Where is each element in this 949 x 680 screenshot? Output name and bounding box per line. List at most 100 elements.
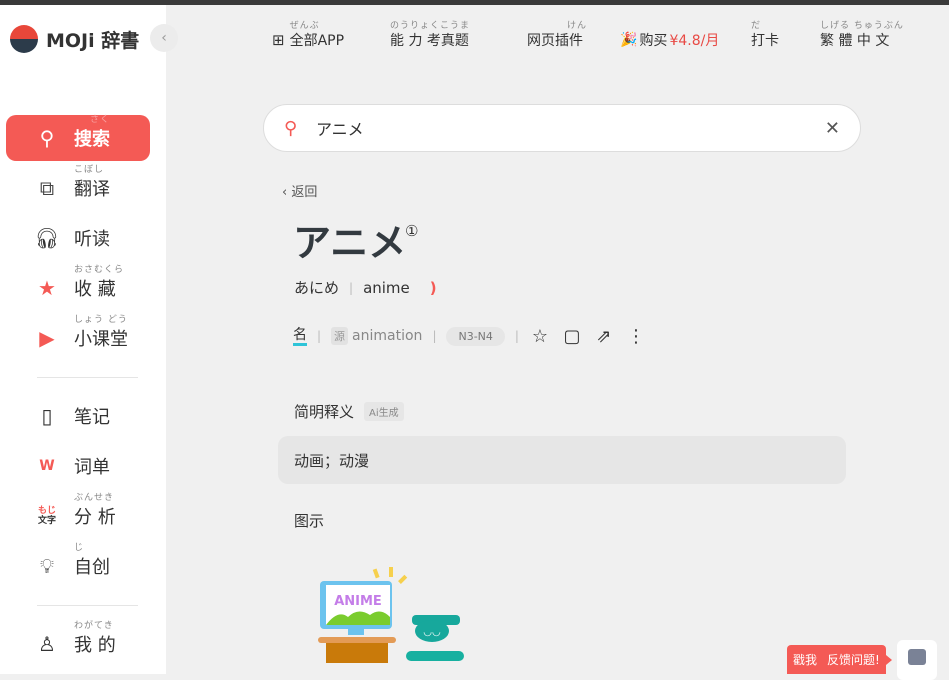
source-word: animation bbox=[352, 328, 423, 344]
price: ¥4.8/月 bbox=[669, 33, 720, 49]
ruby: こぼし bbox=[74, 165, 105, 175]
archive-box-button[interactable] bbox=[897, 640, 937, 680]
search-input[interactable] bbox=[316, 118, 825, 138]
ruby: けん bbox=[567, 21, 588, 31]
sidebar-item-label: 词单 bbox=[74, 457, 110, 478]
header-item-label: 全部APP bbox=[289, 33, 345, 49]
separator: | bbox=[432, 329, 437, 343]
sidebar-item-profile[interactable]: ♙ わがてき我 的 bbox=[6, 621, 150, 667]
separator: | bbox=[349, 280, 354, 295]
folder-star-icon: ★ bbox=[38, 276, 56, 300]
headphones-icon: 🎧︎ bbox=[34, 226, 60, 250]
feedback-button[interactable]: 戳我 反馈问题! bbox=[787, 645, 892, 674]
sidebar-item-label: 翻译 bbox=[74, 179, 110, 200]
sidebar-item-label: 收 藏 bbox=[74, 279, 116, 300]
search-icon: ⚲ bbox=[39, 126, 55, 150]
ruby: だ bbox=[751, 21, 762, 31]
reading-row: あにめ | anime ) bbox=[294, 277, 437, 298]
source-tag: 源 bbox=[331, 327, 349, 345]
ruby: しょう どう bbox=[74, 315, 128, 325]
header-traditional-chinese[interactable]: しげる ちゅうぶん繁 體 中 文 bbox=[820, 21, 903, 50]
ruby: ぶんせき bbox=[74, 493, 115, 503]
logo-text: MOJi 辞書 bbox=[46, 29, 140, 52]
kana-reading: あにめ bbox=[294, 279, 340, 297]
sidebar-item-label: 分 析 bbox=[74, 507, 116, 528]
sidebar-divider bbox=[37, 377, 138, 378]
header-all-apps[interactable]: ⊞ ぜんぶ全部APP bbox=[272, 21, 345, 50]
star-icon[interactable]: ☆ bbox=[529, 326, 551, 347]
sidebar-item-analyze[interactable]: もじ文字 ぶんせき分 析 bbox=[6, 493, 150, 539]
sidebar-item-label: 笔记 bbox=[74, 407, 110, 428]
sidebar-item-search[interactable]: ⚲ さく搜索 bbox=[6, 115, 150, 161]
definition-text: 动画；动漫 bbox=[294, 451, 370, 470]
meta-row: 名 | 源 animation | N3-N4 | ☆ ▢ ⇗ ⋮ bbox=[293, 324, 647, 348]
feedback-label: 戳我 bbox=[793, 653, 818, 667]
ruby: わがてき bbox=[74, 621, 114, 631]
clear-search-button[interactable]: ✕ bbox=[825, 118, 840, 139]
definition-card: 动画；动漫 bbox=[278, 436, 846, 484]
header-exam[interactable]: のうりょくこうま能 力 考真题 bbox=[390, 21, 469, 50]
app-logo[interactable]: MOJi 辞書 bbox=[10, 25, 139, 53]
sidebar: MOJi 辞書 ⚲ さく 搜索 ⧉ こぼし 翻译 🎧︎ 听读 ★ おさむくら收 藏 … bbox=[0, 5, 166, 674]
separator: | bbox=[317, 329, 322, 343]
header-item-label: 繁 體 中 文 bbox=[820, 33, 890, 49]
logo-icon bbox=[10, 25, 38, 53]
play-video-icon: ▶ bbox=[39, 326, 55, 350]
brief-definition-heading: 简明释义 Ai生成 bbox=[294, 401, 404, 422]
collapse-sidebar-button[interactable]: ‹ bbox=[150, 24, 178, 52]
speaker-icon[interactable]: ) bbox=[430, 279, 437, 297]
header-web-plugin[interactable]: けん 网页插件 bbox=[527, 21, 586, 50]
romaji-reading: anime bbox=[363, 278, 410, 297]
back-button[interactable]: ‹ 返回 bbox=[282, 181, 317, 200]
sidebar-item-label: 小课堂 bbox=[74, 329, 128, 350]
illustration-heading: 图示 bbox=[294, 510, 324, 531]
notebook-icon: ▯ bbox=[41, 404, 53, 428]
illustration-text: ANIME bbox=[334, 594, 382, 609]
anime-illustration: ANIME ◡◡ bbox=[318, 567, 464, 663]
sidebar-item-listen[interactable]: 🎧︎ 听读 bbox=[6, 215, 150, 261]
back-label: 返回 bbox=[291, 185, 318, 200]
chevron-left-icon: ‹ bbox=[282, 185, 292, 200]
ruby: さく bbox=[90, 115, 111, 125]
feedback-label: 反馈问题! bbox=[827, 653, 880, 667]
ruby: おさむくら bbox=[74, 265, 125, 275]
section-title: 简明释义 bbox=[294, 403, 355, 421]
tone-mark: ① bbox=[405, 222, 419, 240]
header-checkin[interactable]: だ打卡 bbox=[751, 21, 779, 50]
sidebar-item-favorites[interactable]: ★ おさむくら收 藏 bbox=[6, 265, 150, 311]
ruby: ぜんぶ bbox=[289, 21, 320, 31]
ruby: のうりょくこうま bbox=[390, 21, 471, 31]
box-icon bbox=[908, 649, 926, 665]
separator: | bbox=[514, 329, 519, 343]
ruby: しげる ちゅうぶん bbox=[820, 21, 904, 31]
sidebar-item-translate[interactable]: ⧉ こぼし 翻译 bbox=[6, 165, 150, 211]
search-bar: ⚲ ✕ bbox=[263, 104, 861, 152]
sidebar-item-wordlist[interactable]: W 词单 bbox=[6, 443, 150, 489]
sidebar-item-create[interactable]: 💡︎ じ自创 bbox=[6, 543, 150, 589]
grid-icon: ⊞ bbox=[272, 31, 285, 49]
user-icon: ♙ bbox=[38, 632, 56, 656]
sidebar-divider bbox=[37, 605, 138, 606]
wordlist-folder-icon: W bbox=[39, 458, 55, 474]
moji-icon-text: もじ文字 bbox=[37, 506, 56, 526]
sidebar-item-classroom[interactable]: ▶ しょう どう小课堂 bbox=[6, 315, 150, 361]
lightbulb-icon: 💡︎ bbox=[40, 554, 54, 578]
share-icon[interactable]: ⇗ bbox=[593, 326, 615, 347]
party-popper-icon: 🎉 bbox=[620, 32, 638, 48]
part-of-speech: 名 bbox=[293, 327, 307, 346]
search-icon: ⚲ bbox=[284, 118, 298, 139]
header-buy[interactable]: 🎉 购买 ¥4.8/月 bbox=[620, 30, 719, 50]
ai-badge: Ai生成 bbox=[364, 402, 404, 421]
header-item-label: 打卡 bbox=[751, 33, 779, 49]
header-item-label: 购买 bbox=[639, 33, 668, 49]
note-icon[interactable]: ▢ bbox=[561, 326, 583, 347]
sidebar-item-label: 听读 bbox=[74, 229, 110, 250]
sidebar-item-notes[interactable]: ▯ 笔记 bbox=[6, 393, 150, 439]
headword: アニメ bbox=[293, 221, 407, 265]
sidebar-item-label: 搜索 bbox=[74, 129, 110, 150]
jlpt-level-badge: N3-N4 bbox=[446, 326, 505, 346]
ruby: じ bbox=[74, 543, 85, 553]
more-icon[interactable]: ⋮ bbox=[625, 326, 647, 347]
section-title: 图示 bbox=[294, 512, 325, 530]
sidebar-item-label: 我 的 bbox=[74, 635, 116, 656]
